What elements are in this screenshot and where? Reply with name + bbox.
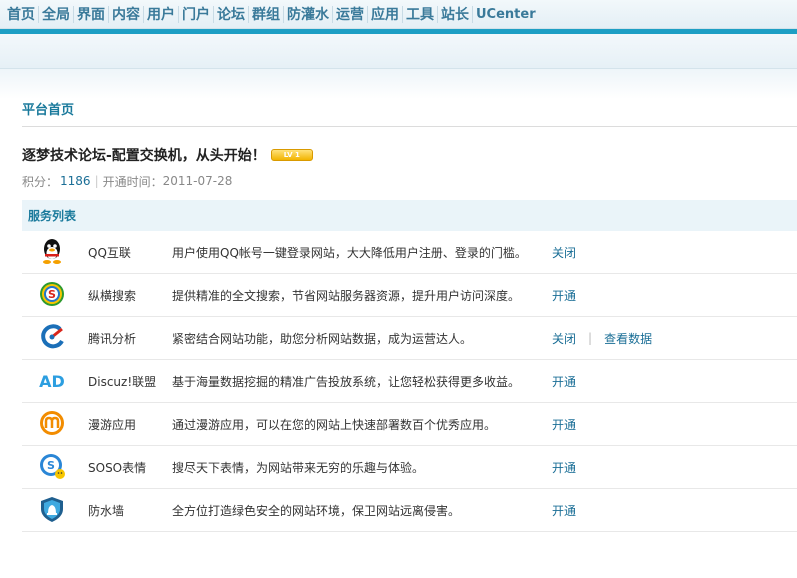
nav-content[interactable]: 内容: [109, 4, 143, 24]
site-stats: 积分： 1186 | 开通时间： 2011-07-28: [22, 173, 797, 189]
service-row-analytics: 腾讯分析 紧密结合网站功能，助您分析网站数据，成为运营达人。 关闭 | 查看数据: [22, 317, 797, 360]
service-description: 提供精准的全文搜索，节省网站服务器资源，提升用户访问深度。: [172, 288, 521, 303]
points-value: 1186: [60, 174, 91, 188]
open-service-link[interactable]: 开通: [552, 373, 576, 390]
service-row-firewall: 防水墙 全方位打造绿色安全的网站环境，保卫网站远离侵害。 开通: [22, 489, 797, 532]
service-description: 全方位打造绿色安全的网站环境，保卫网站远离侵害。: [172, 503, 461, 518]
opened-label: 开通时间：: [102, 174, 163, 189]
nav-portal[interactable]: 门户: [179, 4, 213, 24]
service-description: 搜尽天下表情，为网站带来无穷的乐趣与体验。: [172, 460, 425, 475]
service-name: 漫游应用: [88, 417, 137, 432]
nav-antispam[interactable]: 防灌水: [284, 4, 332, 24]
service-row-ad-union: AD Discuz!联盟 基于海量数据挖掘的精准广告投放系统，让您轻松获得更多收…: [22, 360, 797, 403]
service-name: 纵横搜索: [88, 288, 137, 303]
manyou-icon: [38, 409, 66, 440]
header-gradient: [0, 69, 797, 99]
service-description: 基于海量数据挖掘的精准广告投放系统，让您轻松获得更多收益。: [172, 374, 521, 389]
service-row-soso-emoticons: S SOSO表情 搜尽天下表情，为网站带来无穷的乐趣与体验。 开通: [22, 446, 797, 489]
service-name: SOSO表情: [88, 460, 147, 475]
nav-global[interactable]: 全局: [39, 4, 73, 24]
firewall-shield-icon: [38, 495, 66, 526]
service-row-manyou: 漫游应用 通过漫游应用，可以在您的网站上快速部署数百个优秀应用。 开通: [22, 403, 797, 446]
services-header: 服务列表: [22, 200, 797, 231]
soso-search-icon: S: [38, 280, 66, 311]
service-description: 用户使用QQ帐号一键登录网站，大大降低用户注册、登录的门槛。: [172, 245, 527, 260]
site-name: 逐梦技术论坛-配置交换机，从头开始！: [22, 148, 266, 164]
services-list: QQ互联 用户使用QQ帐号一键登录网站，大大降低用户注册、登录的门槛。 关闭 S…: [22, 231, 797, 532]
nav-users[interactable]: 用户: [144, 4, 178, 24]
qq-icon: [38, 237, 66, 268]
action-separator: |: [588, 331, 593, 345]
main-content: 平台首页 逐梦技术论坛-配置交换机，从头开始！ LV 1 积分： 1186 | …: [0, 99, 797, 532]
nav-apps[interactable]: 应用: [368, 4, 402, 24]
nav-home[interactable]: 首页: [4, 4, 38, 24]
nav-webmaster[interactable]: 站长: [438, 4, 472, 24]
open-service-link[interactable]: 开通: [552, 459, 576, 476]
service-name: Discuz!联盟: [88, 374, 157, 389]
nav-ucenter[interactable]: UCenter: [473, 7, 539, 22]
top-navigation: 首页 全局 界面 内容 用户 门户 论坛 群组 防灌水 运营 应用 工具 站长 …: [0, 0, 797, 29]
view-data-link[interactable]: 查看数据: [604, 330, 652, 347]
points-label: 积分：: [22, 174, 59, 189]
opened-date: 2011-07-28: [162, 174, 233, 188]
service-row-search: S 纵横搜索 提供精准的全文搜索，节省网站服务器资源，提升用户访问深度。 开通: [22, 274, 797, 317]
nav-groups[interactable]: 群组: [249, 4, 283, 24]
nav-interface[interactable]: 界面: [74, 4, 108, 24]
open-service-link[interactable]: 开通: [552, 502, 576, 519]
close-service-link[interactable]: 关闭: [552, 244, 576, 261]
open-service-link[interactable]: 开通: [552, 416, 576, 433]
stats-separator: |: [94, 174, 99, 188]
svg-text:AD: AD: [39, 372, 65, 391]
nav-operations[interactable]: 运营: [333, 4, 367, 24]
service-row-qq: QQ互联 用户使用QQ帐号一键登录网站，大大降低用户注册、登录的门槛。 关闭: [22, 231, 797, 274]
ad-icon: AD: [38, 366, 66, 397]
soso-emoticon-icon: S: [38, 452, 66, 483]
svg-text:S: S: [48, 288, 56, 301]
page-title: 平台首页: [22, 99, 797, 127]
nav-tools[interactable]: 工具: [403, 4, 437, 24]
service-description: 紧密结合网站功能，助您分析网站数据，成为运营达人。: [172, 331, 473, 346]
service-name: 防水墙: [88, 503, 125, 518]
site-name-line: 逐梦技术论坛-配置交换机，从头开始！ LV 1: [22, 145, 797, 165]
svg-text:S: S: [47, 459, 55, 472]
sub-navigation-bar: [0, 34, 797, 69]
service-description: 通过漫游应用，可以在您的网站上快速部署数百个优秀应用。: [172, 417, 497, 432]
close-service-link[interactable]: 关闭: [552, 330, 576, 347]
level-badge: LV 1: [270, 149, 313, 161]
open-service-link[interactable]: 开通: [552, 287, 576, 304]
tencent-analytics-icon: [38, 323, 66, 354]
service-name: QQ互联: [88, 245, 131, 260]
nav-forum[interactable]: 论坛: [214, 4, 248, 24]
service-name: 腾讯分析: [88, 331, 137, 346]
